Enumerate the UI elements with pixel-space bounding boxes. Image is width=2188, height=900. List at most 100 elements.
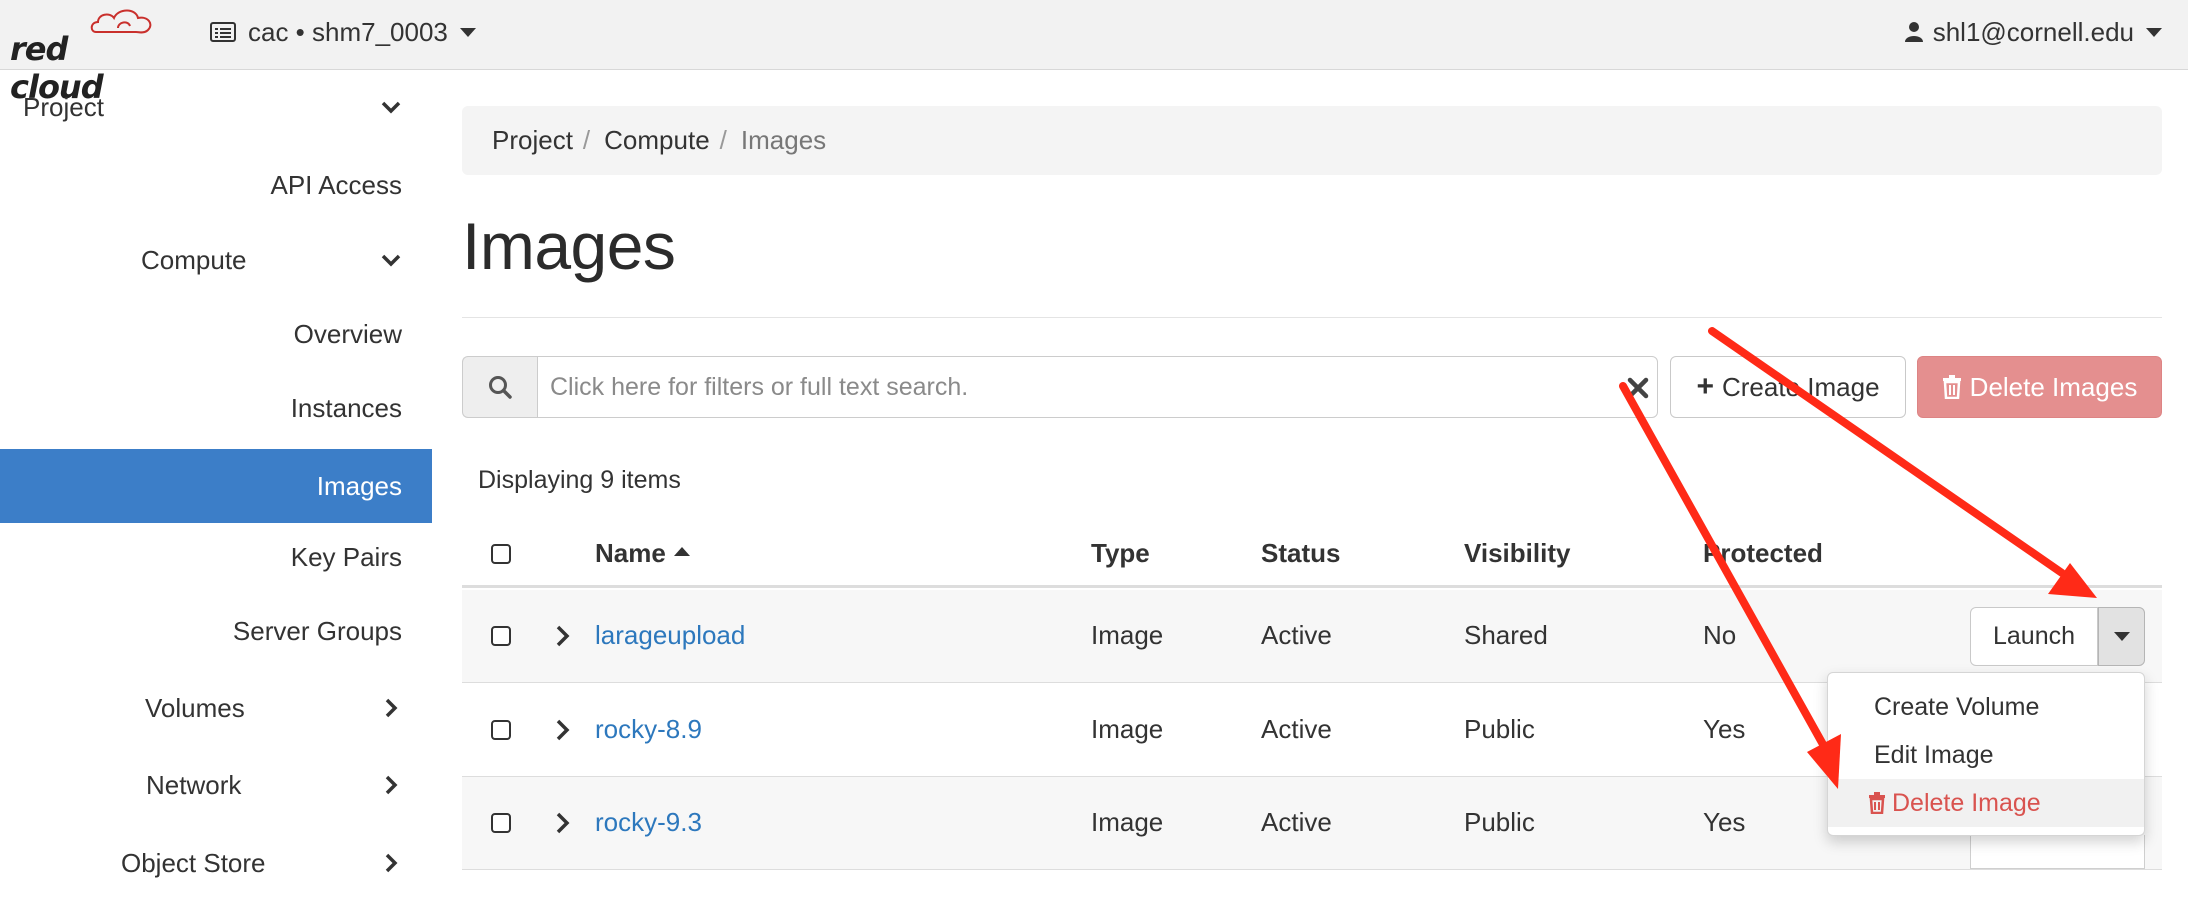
- sidebar-item-network[interactable]: Network: [0, 748, 432, 822]
- sidebar-item-api-access[interactable]: API Access: [0, 148, 432, 222]
- red-cloud-logo[interactable]: red cloud: [10, 4, 160, 106]
- image-status: Active: [1261, 807, 1332, 837]
- breadcrumb-project[interactable]: Project: [492, 125, 573, 156]
- delete-images-label: Delete Images: [1969, 371, 2138, 402]
- user-icon: [1904, 22, 1923, 42]
- row-actions-menu: Create Volume Edit Image Delete Image: [1827, 672, 2145, 836]
- sidebar-item-key-pairs[interactable]: Key Pairs: [0, 520, 432, 594]
- image-protected: No: [1703, 620, 1737, 650]
- image-status: Active: [1261, 714, 1332, 744]
- sidebar: Project API Access Compute Overview Inst…: [0, 70, 432, 878]
- breadcrumb-separator: /: [719, 125, 727, 155]
- sidebar-item-label: Server Groups: [232, 615, 402, 646]
- caret-down-icon: [2113, 632, 2130, 641]
- image-status: Active: [1261, 620, 1332, 650]
- image-type: Image: [1091, 807, 1164, 837]
- menu-item-label: Create Volume: [1874, 692, 2040, 721]
- menu-item-label: Edit Image: [1874, 740, 1994, 769]
- sidebar-item-compute[interactable]: Compute: [0, 223, 432, 297]
- sidebar-item-object-store[interactable]: Object Store: [0, 826, 432, 900]
- image-name-link[interactable]: rocky-8.9: [595, 714, 702, 745]
- chevron-right-icon: [385, 775, 398, 795]
- delete-images-button[interactable]: Delete Images: [1917, 356, 2162, 418]
- row-actions-button[interactable]: [1970, 835, 2145, 869]
- image-type: Image: [1091, 620, 1164, 650]
- column-header-type[interactable]: Type: [1091, 538, 1150, 569]
- image-visibility: Public: [1464, 714, 1535, 744]
- image-protected: Yes: [1703, 714, 1746, 744]
- project-switcher-label: cac • shm7_0003: [248, 16, 448, 47]
- plus-icon: +: [1696, 370, 1714, 403]
- image-name-link[interactable]: larageupload: [595, 620, 745, 651]
- menu-item-create-volume[interactable]: Create Volume: [1828, 683, 2144, 731]
- sidebar-item-instances[interactable]: Instances: [0, 371, 432, 445]
- project-switcher[interactable]: cac • shm7_0003: [210, 14, 476, 50]
- clear-search-icon[interactable]: [1625, 375, 1651, 401]
- column-header-visibility[interactable]: Visibility: [1464, 538, 1570, 569]
- breadcrumb: Project / Compute / Images: [462, 106, 2162, 175]
- breadcrumb-compute[interactable]: Compute: [604, 125, 710, 156]
- image-visibility: Shared: [1464, 620, 1548, 650]
- chevron-right-icon: [385, 853, 398, 873]
- column-header-name[interactable]: Name: [595, 538, 690, 569]
- sidebar-item-server-groups[interactable]: Server Groups: [0, 594, 432, 668]
- sidebar-item-label: Images: [316, 470, 402, 501]
- sort-ascending-icon: [673, 547, 690, 556]
- chevron-right-icon[interactable]: [554, 623, 572, 649]
- chevron-down-icon: [381, 254, 401, 267]
- sidebar-item-volumes[interactable]: Volumes: [0, 671, 432, 745]
- chevron-down-icon: [381, 101, 401, 114]
- sidebar-item-label: Instances: [290, 392, 402, 423]
- row-checkbox[interactable]: [491, 813, 511, 833]
- chevron-right-icon[interactable]: [554, 810, 572, 836]
- row-checkbox[interactable]: [491, 720, 511, 740]
- create-image-button[interactable]: + Create Image: [1670, 356, 1906, 418]
- column-header-protected[interactable]: Protected: [1703, 538, 1823, 569]
- search-input[interactable]: [537, 356, 1658, 418]
- sidebar-item-label: Key Pairs: [290, 541, 402, 572]
- sidebar-item-label: Overview: [293, 318, 402, 349]
- caret-down-icon: [2146, 27, 2162, 37]
- row-actions-toggle[interactable]: [2098, 607, 2145, 666]
- divider: [462, 317, 2162, 318]
- image-type: Image: [1091, 714, 1164, 744]
- sidebar-item-label: Project: [23, 91, 104, 122]
- image-visibility: Public: [1464, 807, 1535, 837]
- image-protected: Yes: [1703, 807, 1746, 837]
- column-header-status[interactable]: Status: [1261, 538, 1340, 569]
- list-icon: [210, 22, 236, 42]
- search-button[interactable]: [462, 356, 537, 418]
- menu-item-label: Delete Image: [1892, 788, 2041, 817]
- select-all-checkbox[interactable]: [491, 544, 511, 564]
- sidebar-item-project[interactable]: Project: [0, 70, 432, 144]
- create-image-label: Create Image: [1722, 371, 1880, 402]
- filter-search-bar: [462, 356, 1658, 418]
- sidebar-item-label: Compute: [141, 244, 247, 275]
- column-header-label: Name: [595, 538, 666, 568]
- chevron-right-icon[interactable]: [554, 717, 572, 743]
- page-title: Images: [462, 209, 676, 283]
- sidebar-item-overview[interactable]: Overview: [0, 297, 432, 371]
- top-navbar: red cloud cac • shm7_0003 shl1@cornell.e…: [0, 0, 2188, 106]
- menu-item-delete-image[interactable]: Delete Image: [1828, 779, 2144, 827]
- chevron-right-icon: [385, 698, 398, 718]
- menu-item-edit-image[interactable]: Edit Image: [1828, 731, 2144, 779]
- caret-down-icon: [459, 27, 476, 37]
- launch-button[interactable]: Launch: [1970, 607, 2098, 666]
- sidebar-item-label: Volumes: [145, 692, 245, 723]
- user-menu[interactable]: shl1@cornell.edu: [1904, 14, 2162, 50]
- row-checkbox[interactable]: [491, 626, 511, 646]
- search-icon: [489, 376, 512, 399]
- image-name-link[interactable]: rocky-9.3: [595, 807, 702, 838]
- table-row: larageupload Image Active Shared No: [462, 590, 2162, 683]
- trash-icon: [1869, 792, 1885, 814]
- trash-icon: [1942, 375, 1961, 399]
- sidebar-item-images[interactable]: Images: [0, 449, 432, 523]
- sidebar-item-label: API Access: [270, 169, 403, 200]
- sidebar-item-label: Network: [146, 769, 242, 800]
- item-count: Displaying 9 items: [478, 466, 681, 494]
- breadcrumb-current: Images: [740, 125, 827, 155]
- breadcrumb-separator: /: [582, 125, 591, 155]
- table-header: Name Type Status Visibility Protected: [462, 520, 2162, 588]
- user-email: shl1@cornell.edu: [1932, 16, 2134, 47]
